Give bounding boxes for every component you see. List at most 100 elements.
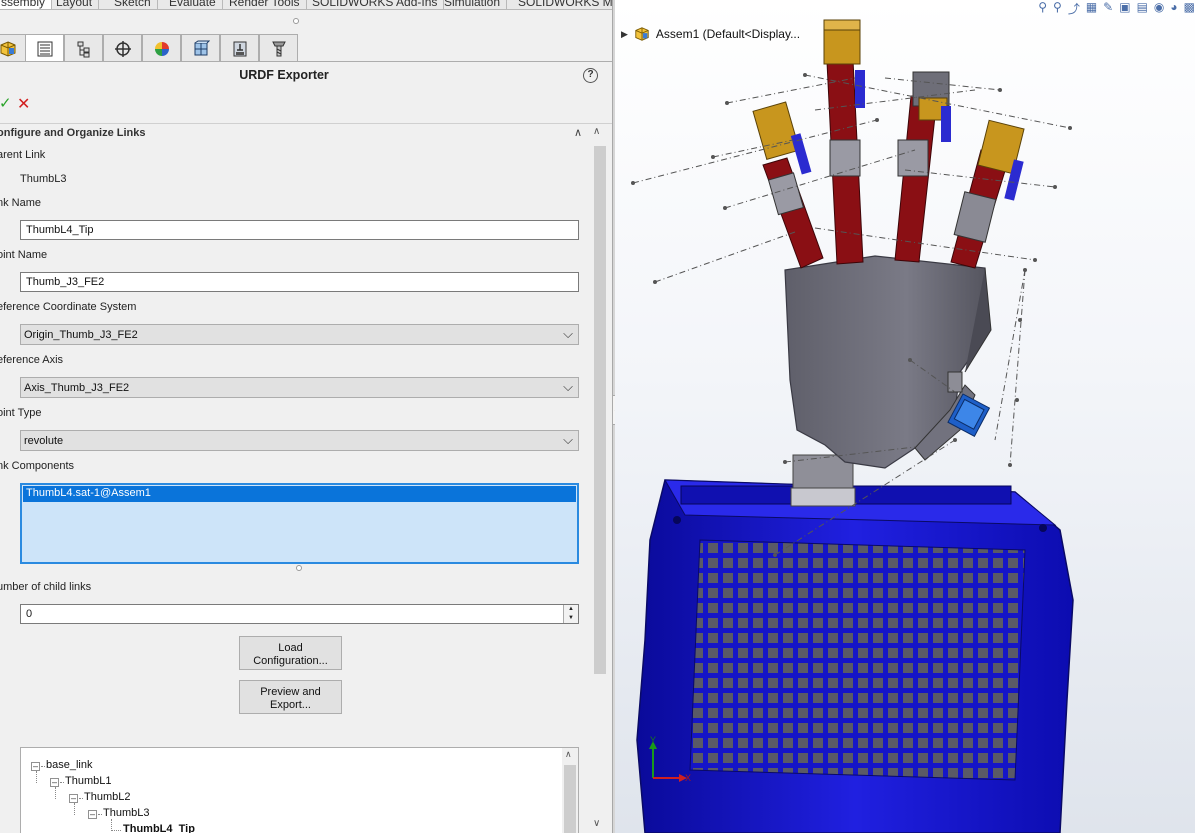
ok-checkmark-icon[interactable]: ✓ (0, 94, 12, 112)
expand-arrow-icon[interactable]: ▶ (621, 29, 628, 40)
tool-bit-icon (271, 41, 286, 56)
parent-link-value: ThumbL3 (20, 173, 67, 185)
child-links-label: umber of child links (0, 581, 92, 593)
tree-connector (79, 798, 83, 799)
heads-up-toolbar: ⚲ ⚲ ⤴ ▦ ✎ ▣ ▤ ◉ ◕ ▩ (1038, 0, 1195, 16)
assembly-name[interactable]: Assem1 (Default<Display... (656, 27, 800, 41)
apply-scene-icon[interactable]: ▩ (1184, 0, 1195, 14)
dynamic-annotation-icon[interactable]: ✎ (1103, 0, 1113, 14)
tab-solidworks-mbd[interactable]: SOLIDWORKS MBD (512, 0, 612, 9)
tab-render-tools[interactable]: Render Tools (223, 0, 307, 9)
scroll-thumb[interactable] (594, 146, 606, 674)
flyout-feature-tree[interactable]: ▶ Assem1 (Default<Display... (621, 26, 800, 42)
palm[interactable] (784, 255, 992, 469)
tab-cam-feature-tree[interactable] (181, 34, 220, 62)
reference-axis-select[interactable]: Axis_Thumb_J3_FE2 ⌵ (20, 377, 579, 398)
tree-collapse-icon[interactable]: – (50, 778, 59, 787)
zoom-to-area-icon[interactable]: ⚲ (1053, 0, 1062, 14)
scroll-up-arrow-icon[interactable]: ∧ (565, 749, 572, 760)
panel-title: URDF Exporter (239, 68, 329, 82)
header-separator (0, 123, 612, 124)
robot-hand-model[interactable]: Y X (615, 0, 1195, 833)
joint-type-select[interactable]: revolute ⌵ (20, 430, 579, 451)
tab-solidworks-addins[interactable]: SOLIDWORKS Add-Ins (306, 0, 445, 9)
joint-type-label: oint Type (0, 407, 42, 419)
tab-dimxpert[interactable] (103, 34, 142, 62)
scroll-down-arrow-icon[interactable]: ∨ (593, 818, 600, 829)
tab-sketch[interactable]: Sketch (108, 0, 158, 9)
cube-grid-icon (194, 40, 210, 55)
zoom-to-fit-icon[interactable]: ⚲ (1038, 0, 1047, 14)
chevron-down-icon: ⌵ (563, 326, 573, 341)
link-tree[interactable]: – base_link – ThumbL1 – ThumbL2 – ThumbL… (20, 747, 579, 833)
graphics-viewport[interactable]: Y X ▶ Assem1 (Default<Display... ⚲ ⚲ ⤴ ▦… (615, 0, 1195, 833)
list-item[interactable]: ThumbL4.sat-1@Assem1 (23, 486, 576, 502)
crosshair-icon (114, 40, 131, 57)
tree-node-thumbl4-tip[interactable]: ThumbL4_Tip (123, 823, 195, 833)
load-configuration-button[interactable]: Load Configuration... (239, 636, 342, 670)
previous-view-icon[interactable]: ⤴ (1068, 0, 1080, 16)
triad-x-label: X (685, 773, 691, 783)
collapse-chevron-up-icon[interactable]: ∧ (574, 126, 582, 139)
list-resize-handle[interactable] (296, 565, 302, 571)
group-title: onfigure and Organize Links (0, 127, 146, 139)
panel-splitter-handle[interactable] (293, 18, 299, 24)
finger-index[interactable] (950, 119, 1025, 269)
link-name-label: nk Name (0, 197, 42, 209)
stepper-arrows-icon[interactable]: ▲ ▼ (563, 605, 578, 623)
joint-name-input[interactable] (20, 272, 579, 292)
tree-connector (36, 771, 37, 783)
view-orientation-icon[interactable]: ▣ (1119, 0, 1130, 14)
tree-connector (60, 782, 64, 783)
tab-property-manager[interactable] (25, 34, 64, 62)
ribbon-tab-bar: ssembly Layout Sketch Evaluate Render To… (0, 0, 612, 10)
scroll-up-arrow-icon[interactable]: ∧ (593, 126, 600, 137)
tree-collapse-icon[interactable]: – (69, 794, 78, 803)
link-components-list[interactable]: ThumbL4.sat-1@Assem1 (20, 483, 579, 564)
tab-simulation[interactable]: Simulation (438, 0, 508, 9)
panel-scrollbar[interactable]: ∧ ∨ (591, 126, 608, 833)
configuration-icon (77, 41, 89, 57)
child-links-stepper[interactable]: 0 ▲ ▼ (20, 604, 579, 624)
tree-collapse-icon[interactable]: – (31, 762, 40, 771)
tab-display-manager[interactable] (142, 34, 181, 62)
tab-feature-manager[interactable] (0, 34, 27, 62)
preview-export-button[interactable]: Preview and Export... (239, 680, 342, 714)
finger-middle[interactable] (894, 71, 951, 263)
display-style-icon[interactable]: ▤ (1137, 0, 1148, 14)
cancel-x-icon[interactable]: ✕ (17, 94, 30, 114)
reference-coordinate-select[interactable]: Origin_Thumb_J3_FE2 ⌵ (20, 324, 579, 345)
tree-node-thumbl2[interactable]: ThumbL2 (84, 791, 130, 803)
scroll-thumb[interactable] (564, 765, 576, 833)
tab-cam-tool-tree[interactable] (259, 34, 298, 62)
tab-assembly[interactable]: ssembly (0, 0, 53, 9)
finger-ring[interactable] (823, 19, 865, 265)
tab-evaluate[interactable]: Evaluate (163, 0, 223, 9)
tab-configuration-manager[interactable] (64, 34, 103, 62)
section-view-icon[interactable]: ▦ (1086, 0, 1097, 14)
edit-appearance-icon[interactable]: ◕ (1170, 0, 1177, 14)
tab-cam-operation-tree[interactable] (220, 34, 259, 62)
finger-little[interactable] (752, 101, 824, 269)
link-name-input[interactable] (20, 220, 579, 240)
tree-node-base-link[interactable]: base_link (46, 759, 92, 771)
triad-y-label: Y (650, 735, 656, 745)
color-wheel-icon (154, 41, 169, 56)
property-manager-panel: URDF Exporter ? ✓ ✕ onfigure and Organiz… (0, 10, 612, 833)
chevron-down-icon: ⌵ (563, 432, 573, 447)
tab-layout[interactable]: Layout (50, 0, 100, 9)
chevron-down-icon: ⌵ (563, 379, 573, 394)
reference-coordinate-label: eference Coordinate System (0, 301, 137, 313)
tree-scrollbar[interactable]: ∧ (562, 748, 578, 833)
reference-axis-label: eference Axis (0, 354, 64, 366)
tree-node-thumbl1[interactable]: ThumbL1 (65, 775, 111, 787)
property-list-icon (37, 41, 52, 56)
tree-collapse-icon[interactable]: – (88, 810, 97, 819)
help-icon[interactable]: ? (583, 68, 598, 83)
tree-connector (111, 830, 121, 831)
parent-link-label: arent Link (0, 149, 46, 161)
hide-show-icon[interactable]: ◉ (1154, 0, 1164, 14)
base-enclosure[interactable] (636, 479, 1074, 833)
joint-type-value: revolute (24, 435, 64, 447)
tree-node-thumbl3[interactable]: ThumbL3 (103, 807, 149, 819)
